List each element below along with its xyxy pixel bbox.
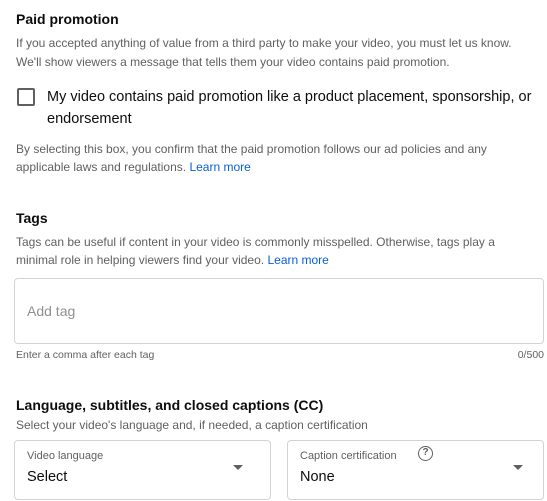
help-icon[interactable]: ? [418,446,433,461]
tags-title: Tags [16,210,48,226]
paid-promotion-checkbox-label-line2[interactable]: endorsement [47,107,132,131]
paid-promotion-checkbox-label-line1[interactable]: My video contains paid promotion like a … [47,85,531,109]
tags-desc-line2: minimal role in helping viewers find you… [16,250,329,270]
tags-desc-line1: Tags can be useful if content in your vi… [16,235,495,249]
video-language-value: Select [27,469,68,485]
tags-counter: 0/500 [517,349,544,361]
paid-promotion-confirm-line2: applicable laws and regulations. Learn m… [16,157,251,177]
paid-promotion-learn-more-link[interactable]: Learn more [189,160,250,174]
paid-promotion-confirm-text: applicable laws and regulations. [16,160,187,174]
video-language-dropdown[interactable]: Video language Select [14,440,271,500]
video-language-label: Video language [27,450,104,462]
chevron-down-icon [233,465,243,470]
tags-input-box[interactable] [14,278,544,344]
language-title: Language, subtitles, and closed captions… [16,397,324,413]
caption-certification-dropdown[interactable]: Caption certification ? None [287,440,544,500]
tags-desc-text: minimal role in helping viewers find you… [16,253,265,267]
paid-promotion-checkbox[interactable] [17,88,35,106]
caption-certification-value: None [300,469,335,485]
tags-learn-more-link[interactable]: Learn more [267,253,328,267]
paid-promotion-confirm-line1: By selecting this box, you confirm that … [16,142,487,156]
language-desc: Select your video's language and, if nee… [16,418,368,432]
paid-promotion-desc-line1: If you accepted anything of value from a… [16,36,512,50]
chevron-down-icon [513,465,523,470]
paid-promotion-title: Paid promotion [16,11,119,27]
paid-promotion-desc-line2: We'll show viewers a message that tells … [16,55,450,69]
tags-input[interactable] [27,303,531,319]
caption-certification-label: Caption certification [300,450,397,462]
tags-hint: Enter a comma after each tag [16,349,155,361]
